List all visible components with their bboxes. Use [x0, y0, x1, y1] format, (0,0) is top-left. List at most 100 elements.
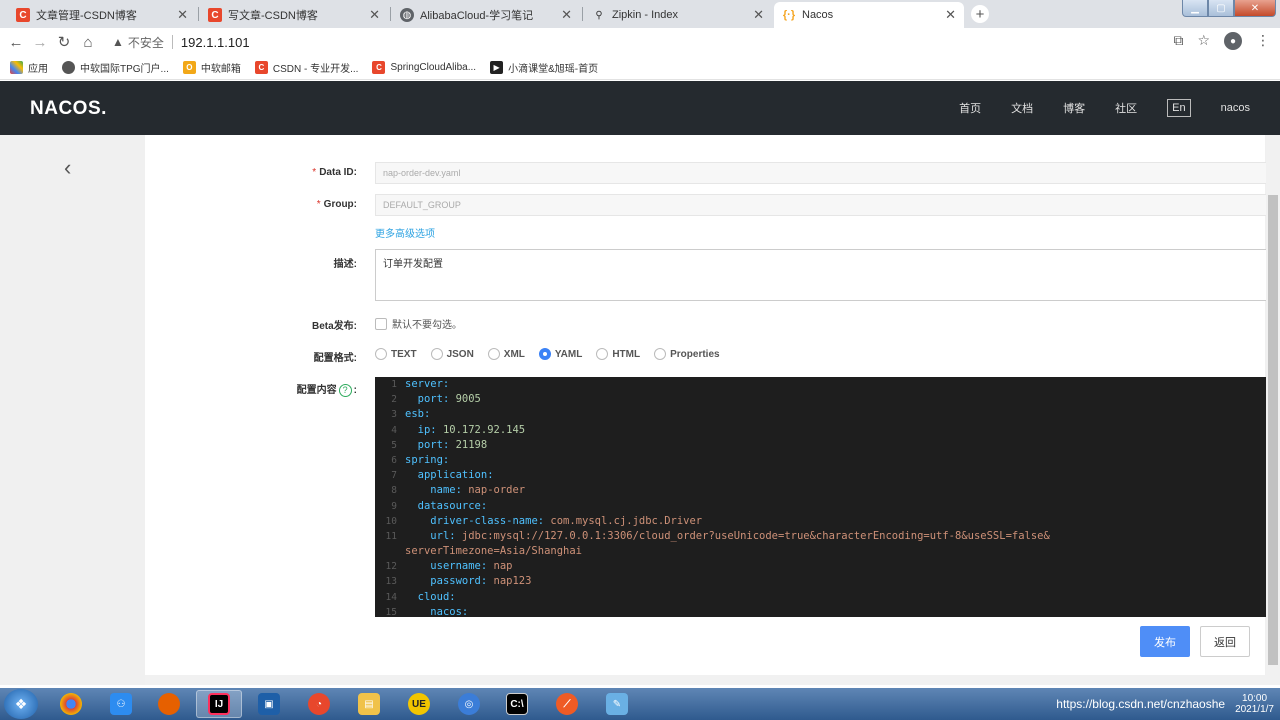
yaml-value: jdbc:mysql://127.0.0.1:3306/cloud_order?…: [455, 529, 1050, 542]
code-editor[interactable]: 1 server: 2 port: 9005 3 esb: 4 ip: 10.172.92…: [375, 377, 1280, 617]
star-icon[interactable]: ☆: [1197, 32, 1210, 50]
yaml-key: cloud:: [417, 590, 456, 603]
bookmark-apps[interactable]: 应用: [10, 60, 48, 75]
new-tab-button[interactable]: +: [971, 5, 989, 23]
language-toggle[interactable]: En: [1167, 99, 1191, 117]
menu-blog[interactable]: 博客: [1063, 100, 1085, 116]
advanced-options-link[interactable]: 更多高级选项: [375, 225, 435, 240]
code-line[interactable]: 2 port: 9005: [375, 392, 1280, 407]
code-line[interactable]: 9 datasource:: [375, 499, 1280, 514]
close-icon[interactable]: ✕: [561, 7, 572, 23]
code-line[interactable]: 11 url: jdbc:mysql://127.0.0.1:3306/clou…: [375, 529, 1280, 544]
beta-checkbox[interactable]: [375, 317, 387, 330]
back-arrow-icon[interactable]: ←: [4, 34, 28, 51]
bookmark-xdclass[interactable]: ▶ 小滴课堂&旭瑶-首页: [490, 60, 598, 75]
profile-avatar-icon[interactable]: ●: [1224, 32, 1242, 50]
code-line[interactable]: 12 username: nap: [375, 559, 1280, 574]
clock[interactable]: 10:00 2021/1/7: [1235, 693, 1274, 715]
taskbar-ultraedit[interactable]: UE: [396, 690, 442, 718]
bookmark-mail[interactable]: O 中软邮箱: [182, 60, 241, 75]
taskbar-paint[interactable]: ✎: [594, 690, 640, 718]
bookmark-tpg-portal[interactable]: 中软国际TPG门户...: [62, 60, 169, 75]
code-line[interactable]: 13 password: nap123: [375, 574, 1280, 589]
yaml-key: spring:: [405, 453, 450, 466]
minimize-button[interactable]: ▁: [1182, 0, 1208, 17]
home-icon[interactable]: ⌂: [76, 34, 100, 51]
code-line[interactable]: 14 cloud:: [375, 590, 1280, 605]
code-line[interactable]: 6 spring:: [375, 453, 1280, 468]
horizontal-scrollbar[interactable]: [145, 675, 1266, 685]
menu-home[interactable]: 首页: [959, 100, 981, 116]
play-icon: ▶: [490, 61, 504, 74]
return-button[interactable]: 返回: [1200, 626, 1250, 657]
yaml-key: ip:: [417, 423, 437, 436]
close-icon[interactable]: ✕: [945, 7, 956, 23]
format-yaml[interactable]: YAML: [538, 348, 582, 360]
csdn-icon: C: [16, 8, 30, 22]
windows-taskbar: ❖ ⚇ IJ ▣ ◔ ▤ UE ◎ C:\ ⟋ ✎ https://blog.c…: [0, 688, 1280, 720]
code-line[interactable]: 15 nacos:: [375, 605, 1280, 617]
tab-nacos[interactable]: {·} Nacos ✕: [774, 2, 964, 28]
line-number: 4: [391, 424, 397, 436]
taskbar-app-red[interactable]: ◔: [296, 690, 342, 718]
tray-text: https://blog.csdn.net/cnzhaoshe: [1056, 697, 1226, 711]
cloud-app-icon: ⚇: [110, 693, 132, 715]
nacos-logo[interactable]: NACOS.: [30, 98, 107, 120]
code-line[interactable]: 7 application:: [375, 468, 1280, 483]
close-icon[interactable]: ✕: [753, 7, 764, 23]
security-indicator[interactable]: 不安全: [128, 34, 164, 51]
url-text[interactable]: 192.1.1.101: [181, 35, 250, 50]
taskbar-explorer[interactable]: ▤: [346, 690, 392, 718]
code-line[interactable]: 1 server:: [375, 377, 1280, 392]
yaml-key: nacos:: [430, 605, 469, 617]
format-html[interactable]: HTML: [596, 348, 640, 360]
address-bar[interactable]: ▲ 不安全 192.1.1.101: [112, 31, 1162, 53]
start-button[interactable]: ❖: [4, 689, 38, 719]
page-scrollbar[interactable]: [1266, 135, 1280, 685]
format-properties[interactable]: Properties: [654, 348, 720, 360]
back-chevron-icon[interactable]: ‹: [64, 155, 71, 181]
yaml-key: port:: [417, 438, 450, 451]
maximize-button[interactable]: ▢: [1208, 0, 1234, 17]
terminal-icon: C:\: [506, 693, 528, 715]
yaml-key: username:: [430, 560, 488, 573]
code-line[interactable]: 4 ip: 10.172.92.145: [375, 423, 1280, 438]
tab-zipkin[interactable]: ⚲ Zipkin - Index ✕: [584, 2, 772, 28]
tab-alibabacloud-notes[interactable]: ◍ AlibabaCloud-学习笔记 ✕: [392, 2, 580, 28]
code-line[interactable]: 10 driver-class-name: com.mysql.cj.jdbc.…: [375, 514, 1280, 529]
translate-icon[interactable]: ⧉: [1173, 32, 1183, 50]
beta-option[interactable]: 默认不要勾选。: [375, 316, 462, 331]
description-textarea[interactable]: 订单开发配置: [375, 249, 1280, 301]
taskbar-chrome[interactable]: [48, 690, 94, 718]
taskbar-firefox[interactable]: [146, 690, 192, 718]
menu-community[interactable]: 社区: [1115, 100, 1137, 116]
taskbar-app-cloud[interactable]: ⚇: [98, 690, 144, 718]
forward-arrow-icon[interactable]: →: [28, 34, 52, 51]
format-xml[interactable]: XML: [487, 348, 525, 360]
format-text[interactable]: TEXT: [375, 348, 417, 360]
tab-csdn-write[interactable]: C 写文章-CSDN博客 ✕: [200, 2, 388, 28]
publish-button[interactable]: 发布: [1140, 626, 1190, 657]
taskbar-virtualbox[interactable]: ▣: [246, 690, 292, 718]
tab-csdn-articles[interactable]: C 文章管理-CSDN博客 ✕: [8, 2, 196, 28]
reload-icon[interactable]: ↻: [52, 33, 76, 51]
code-line[interactable]: serverTimezone=Asia/Shanghai: [375, 544, 1280, 559]
taskbar-intellij[interactable]: IJ: [196, 690, 242, 718]
taskbar-terminal[interactable]: C:\: [494, 690, 540, 718]
code-line[interactable]: 8 name: nap-order: [375, 483, 1280, 498]
bookmark-csdn[interactable]: C CSDN - 专业开发...: [254, 60, 358, 75]
address-toolbar: ← → ↻ ⌂ ▲ 不安全 192.1.1.101 ⧉ ☆ ● ⋮: [0, 28, 1280, 56]
taskbar-eclipse[interactable]: ◎: [446, 690, 492, 718]
user-name[interactable]: nacos: [1221, 102, 1250, 114]
window-close-button[interactable]: ✕: [1234, 0, 1276, 17]
menu-docs[interactable]: 文档: [1011, 100, 1033, 116]
code-line[interactable]: 5 port: 21198: [375, 438, 1280, 453]
close-icon[interactable]: ✕: [177, 7, 188, 23]
taskbar-postman[interactable]: ⟋: [544, 690, 590, 718]
bookmark-springcloud[interactable]: C SpringCloudAliba...: [372, 61, 476, 74]
close-icon[interactable]: ✕: [369, 7, 380, 23]
more-menu-icon[interactable]: ⋮: [1256, 32, 1270, 50]
format-json[interactable]: JSON: [430, 348, 474, 360]
help-icon[interactable]: ?: [338, 383, 352, 397]
code-line[interactable]: 3 esb:: [375, 407, 1280, 422]
